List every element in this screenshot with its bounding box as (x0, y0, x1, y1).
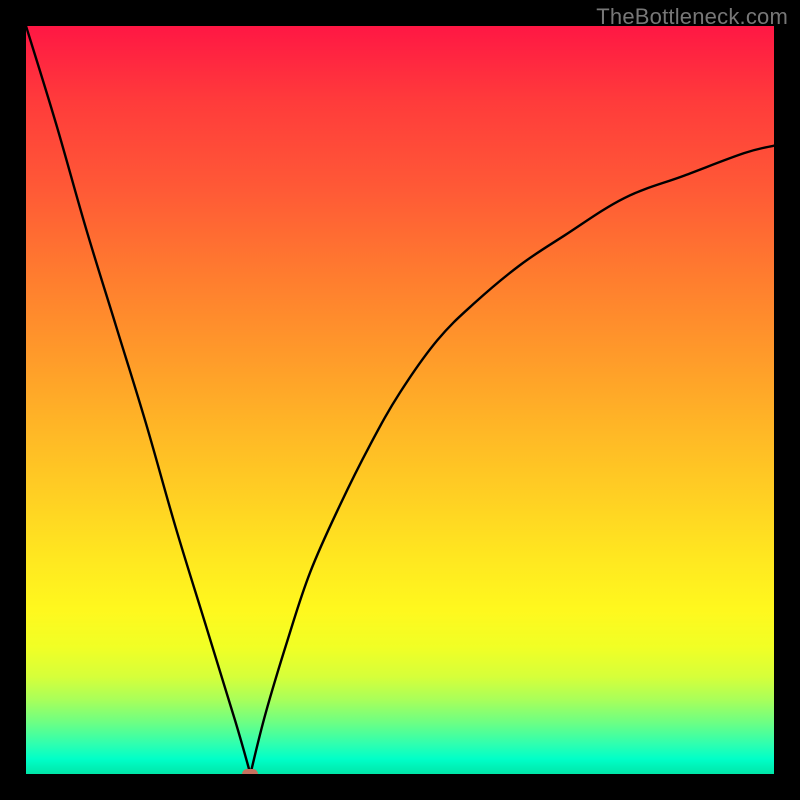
chart-frame: TheBottleneck.com (0, 0, 800, 800)
minimum-marker (242, 769, 258, 774)
plot-area (26, 26, 774, 774)
watermark-text: TheBottleneck.com (596, 4, 788, 30)
curve-path (26, 26, 774, 774)
bottleneck-curve (26, 26, 774, 774)
